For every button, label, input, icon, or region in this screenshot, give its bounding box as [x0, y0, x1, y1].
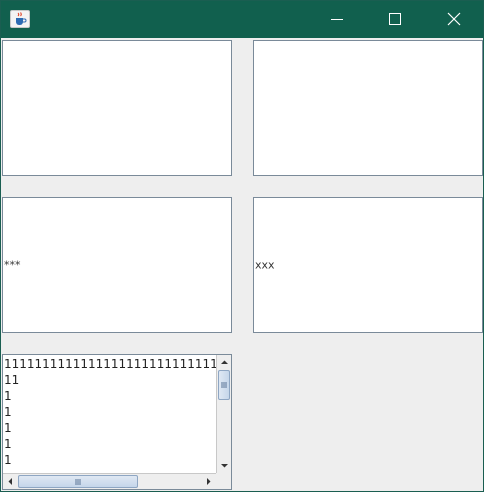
password-field[interactable]: ***	[2, 197, 232, 333]
scroll-corner	[216, 473, 231, 489]
arrow-left-icon	[8, 478, 12, 485]
text-area-line: 1	[4, 453, 12, 467]
arrow-right-icon	[207, 478, 211, 485]
text-field-top-right[interactable]	[253, 40, 483, 176]
app-window: *** xxx 1111111111111111111111111111 11 1 1…	[0, 0, 484, 492]
text-field-middle-right-value: xxx	[255, 258, 275, 272]
grip-icon	[221, 382, 227, 388]
minimize-icon	[331, 19, 343, 20]
arrow-up-icon	[221, 360, 228, 364]
text-area-line: 1	[4, 421, 12, 435]
text-area[interactable]: 111111111111111111111111111111111111111	[3, 355, 216, 473]
text-area-line: 1	[4, 405, 12, 419]
title-bar[interactable]	[1, 1, 483, 38]
vertical-scrollbar[interactable]	[216, 355, 231, 473]
close-button[interactable]	[425, 1, 483, 38]
horizontal-scroll-thumb[interactable]	[18, 475, 138, 488]
text-field-top-left[interactable]	[2, 40, 232, 176]
maximize-icon	[389, 13, 401, 25]
grip-icon	[75, 478, 81, 485]
text-area-line: 1	[4, 437, 12, 451]
password-field-value: ***	[4, 258, 21, 272]
scroll-right-arrow[interactable]	[201, 474, 216, 489]
content-pane: *** xxx 1111111111111111111111111111 11 1 1…	[1, 38, 483, 491]
maximize-button[interactable]	[366, 1, 424, 38]
java-cup-icon	[10, 10, 30, 28]
scroll-left-arrow[interactable]	[3, 474, 18, 489]
arrow-down-icon	[221, 464, 228, 468]
text-field-middle-right[interactable]: xxx	[253, 197, 483, 333]
vertical-scroll-thumb[interactable]	[218, 370, 230, 400]
text-area-scroll-pane: 111111111111111111111111111111111111111	[2, 354, 232, 490]
text-area-line: 1	[4, 389, 12, 403]
scroll-down-arrow[interactable]	[217, 458, 231, 473]
scroll-up-arrow[interactable]	[217, 355, 231, 370]
horizontal-scrollbar[interactable]	[3, 473, 216, 489]
close-icon	[447, 12, 461, 26]
minimize-button[interactable]	[308, 1, 366, 38]
text-area-line: 11111111111111111111111111111111	[4, 357, 216, 371]
text-area-line: 11	[4, 373, 20, 387]
